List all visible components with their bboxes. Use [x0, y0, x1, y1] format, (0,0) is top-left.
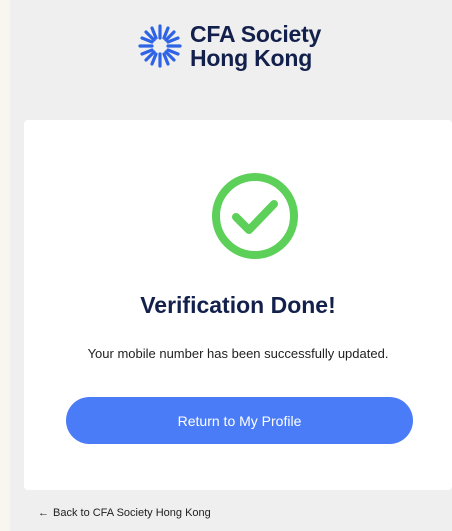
back-link-label: Back to CFA Society Hong Kong — [53, 507, 211, 519]
logo-wordmark: CFA Society Hong Kong — [190, 22, 321, 70]
verification-card: Verification Done! Your mobile number ha… — [24, 120, 452, 490]
cfa-society-logo[interactable]: CFA Society Hong Kong — [138, 20, 321, 72]
arrow-left-icon: ← — [38, 507, 49, 519]
check-circle-icon — [212, 173, 298, 259]
logo-line-1: CFA Society — [190, 21, 322, 47]
return-to-profile-button[interactable]: Return to My Profile — [66, 397, 413, 444]
back-to-cfa-link[interactable]: ← Back to CFA Society Hong Kong — [38, 507, 211, 519]
verification-title: Verification Done! — [140, 292, 336, 318]
cfa-globe-logo-icon — [138, 24, 182, 68]
page-panel: CFA Society Hong Kong Verification Done!… — [10, 0, 452, 531]
logo-line-2: Hong Kong — [190, 45, 313, 71]
success-message: Your mobile number has been successfully… — [87, 346, 389, 361]
